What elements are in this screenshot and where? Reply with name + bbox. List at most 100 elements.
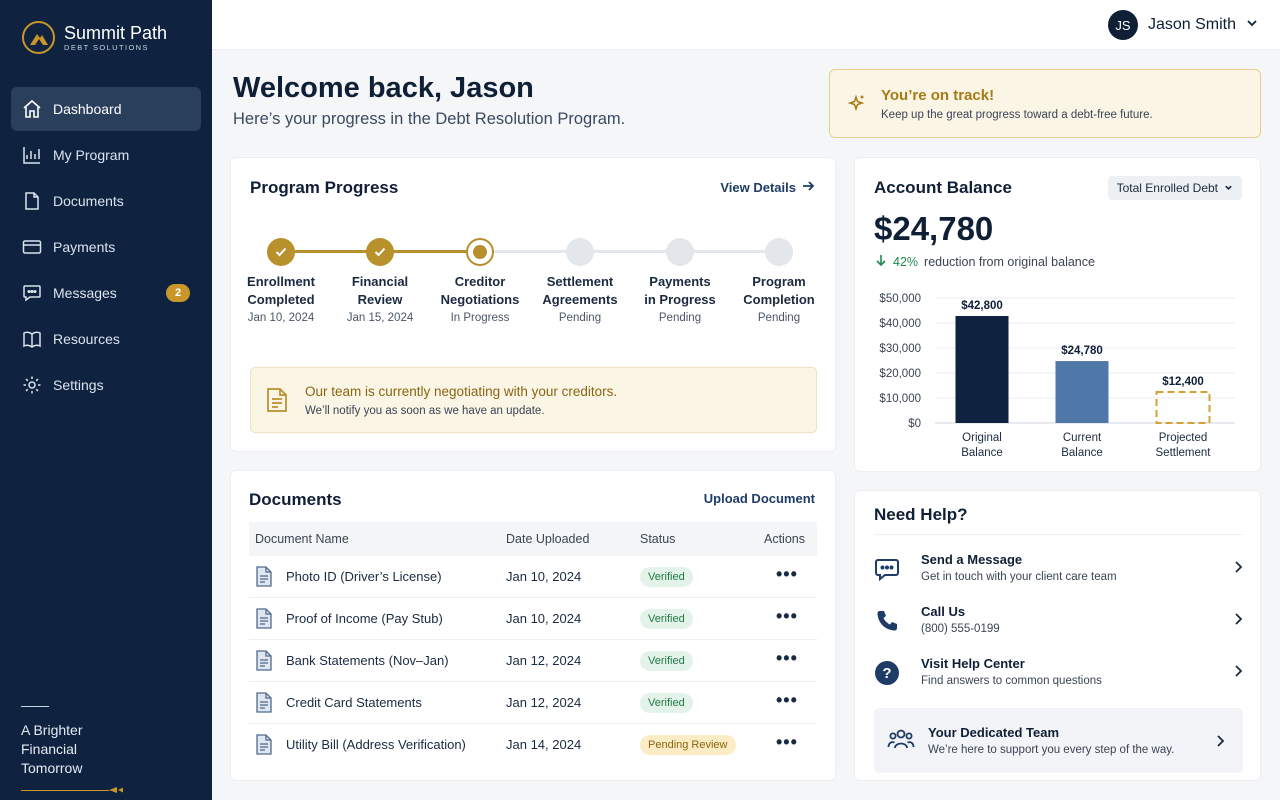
page-title: Welcome back, Jason [233,72,534,104]
card-icon [21,236,43,258]
upload-document-button[interactable]: Upload Document [704,491,815,506]
sidebar-item-label: Resources [53,331,120,347]
phone-icon [874,608,900,634]
table-row[interactable]: Proof of Income (Pay Stub) Jan 10, 2024 … [249,598,817,640]
notice-title: Our team is currently negotiating with y… [305,384,618,399]
messages-count-badge: 2 [166,284,190,302]
sidebar-item-resources[interactable]: Resources [11,317,201,361]
step-label: Creditor Negotiations [440,274,520,307]
sidebar-item-label: Documents [53,193,124,209]
help-item-title: Send a Message [921,552,1023,567]
sidebar-item-documents[interactable]: Documents [11,179,201,223]
bar-value-label: $42,800 [961,300,1003,312]
sidebar-item-messages[interactable]: Messages 2 [11,271,201,315]
tagline-divider [21,706,49,707]
help-item-subtitle: (800) 555-0199 [921,623,1000,635]
program-progress-title: Program Progress [250,178,399,197]
sparkle-icon [847,94,866,117]
column-header-date: Date Uploaded [506,532,590,546]
chevron-down-icon [1224,181,1233,195]
document-date: Jan 10, 2024 [506,611,582,626]
document-name: Credit Card Statements [286,695,422,710]
user-name: Jason Smith [1147,16,1236,33]
brand-name: Summit Path [64,22,168,43]
file-icon [255,692,273,716]
more-actions-button[interactable]: ••• [776,606,798,627]
documents-title: Documents [249,490,342,509]
balance-amount: $24,780 [874,210,994,247]
bar [1055,361,1109,423]
table-row[interactable]: Credit Card Statements Jan 12, 2024 Veri… [249,682,817,724]
debt-type-select-value: Total Enrolled Debt [1116,181,1218,195]
brand[interactable]: Summit Path DEBT SOLUTIONS [22,21,167,54]
status-badge: Verified [640,651,693,671]
help-icon: ? [874,660,900,686]
chevron-right-icon [1233,612,1243,631]
step-label: Settlement Agreements [542,274,618,307]
sidebar-item-label: My Program [53,147,130,163]
chat-icon [21,282,43,304]
call-us-link[interactable]: Call Us (800) 555-0199 [874,600,1243,644]
check-icon [267,238,295,266]
team-title: Your Dedicated Team [928,725,1059,740]
reduction-info: 42% reduction from original balance [875,254,1095,269]
document-date: Jan 12, 2024 [506,653,582,668]
debt-type-select[interactable]: Total Enrolled Debt [1107,176,1242,200]
documents-card: Documents Upload Document Document Name … [230,470,836,781]
file-icon [255,650,273,674]
team-subtitle: We’re here to support you every step of … [928,744,1175,756]
need-help-title: Need Help? [874,505,968,524]
x-category-label: Original [962,432,1002,444]
on-track-title: You’re on track! [881,87,995,104]
chevron-down-icon [1246,16,1258,34]
column-header-name: Document Name [255,532,349,546]
y-tick-label: $20,000 [879,368,921,380]
reduction-text: reduction from original balance [924,254,1095,269]
sidebar-item-label: Dashboard [53,101,122,117]
pending-step-indicator [666,238,694,266]
sidebar-item-payments[interactable]: Payments [11,225,201,269]
view-details-label: View Details [720,180,796,195]
step-payments-in-progress: Payments in Progress Pending [625,238,735,324]
table-row[interactable]: Bank Statements (Nov–Jan) Jan 12, 2024 V… [249,640,817,682]
more-actions-button[interactable]: ••• [776,648,798,669]
document-date: Jan 12, 2024 [506,695,582,710]
table-row[interactable]: Utility Bill (Address Verification) Jan … [249,724,817,766]
view-details-link[interactable]: View Details [720,180,815,195]
help-center-link[interactable]: ? Visit Help Center Find answers to comm… [874,652,1243,696]
current-step-indicator [466,238,494,266]
step-label: Enrollment Completed [247,274,315,307]
file-icon [255,566,273,590]
on-track-subtitle: Keep up the great progress toward a debt… [881,109,1153,121]
brand-subtitle: DEBT SOLUTIONS [64,42,149,52]
sidebar-item-my-program[interactable]: My Program [11,133,201,177]
status-badge: Verified [640,693,693,713]
table-row[interactable]: Photo ID (Driver’s License) Jan 10, 2024… [249,556,817,598]
document-name: Proof of Income (Pay Stub) [286,611,443,626]
more-actions-button[interactable]: ••• [776,690,798,711]
sidebar-nav: Dashboard My Program Documents Payments … [11,87,201,409]
pending-step-indicator [765,238,793,266]
file-icon [21,190,43,212]
dedicated-team-link[interactable]: Your Dedicated Team We’re here to suppor… [874,708,1243,773]
user-menu[interactable]: JS Jason Smith [1107,10,1258,40]
document-name: Photo ID (Driver’s License) [286,569,442,584]
sidebar-item-dashboard[interactable]: Dashboard [11,87,201,131]
reduction-percent: 42% [893,254,919,269]
more-actions-button[interactable]: ••• [776,564,798,585]
send-message-link[interactable]: Send a Message Get in touch with your cl… [874,548,1243,592]
column-header-actions: Actions [764,532,805,546]
arrow-down-icon [875,254,887,269]
chevron-right-icon [1233,664,1243,683]
sidebar-item-settings[interactable]: Settings [11,363,201,407]
account-balance-card: Account Balance Total Enrolled Debt $24,… [854,157,1261,472]
help-item-title: Call Us [921,604,966,619]
more-actions-button[interactable]: ••• [776,732,798,753]
mountain-logo-icon [22,21,55,54]
bar [955,316,1009,423]
help-item-subtitle: Find answers to common questions [921,675,1102,687]
sidebar: Summit Path DEBT SOLUTIONS Dashboard My … [0,0,212,800]
tagline-line-2: Financial Tomorrow [21,741,83,776]
x-category-label: Projected [1159,432,1208,444]
y-tick-label: $50,000 [879,293,921,305]
